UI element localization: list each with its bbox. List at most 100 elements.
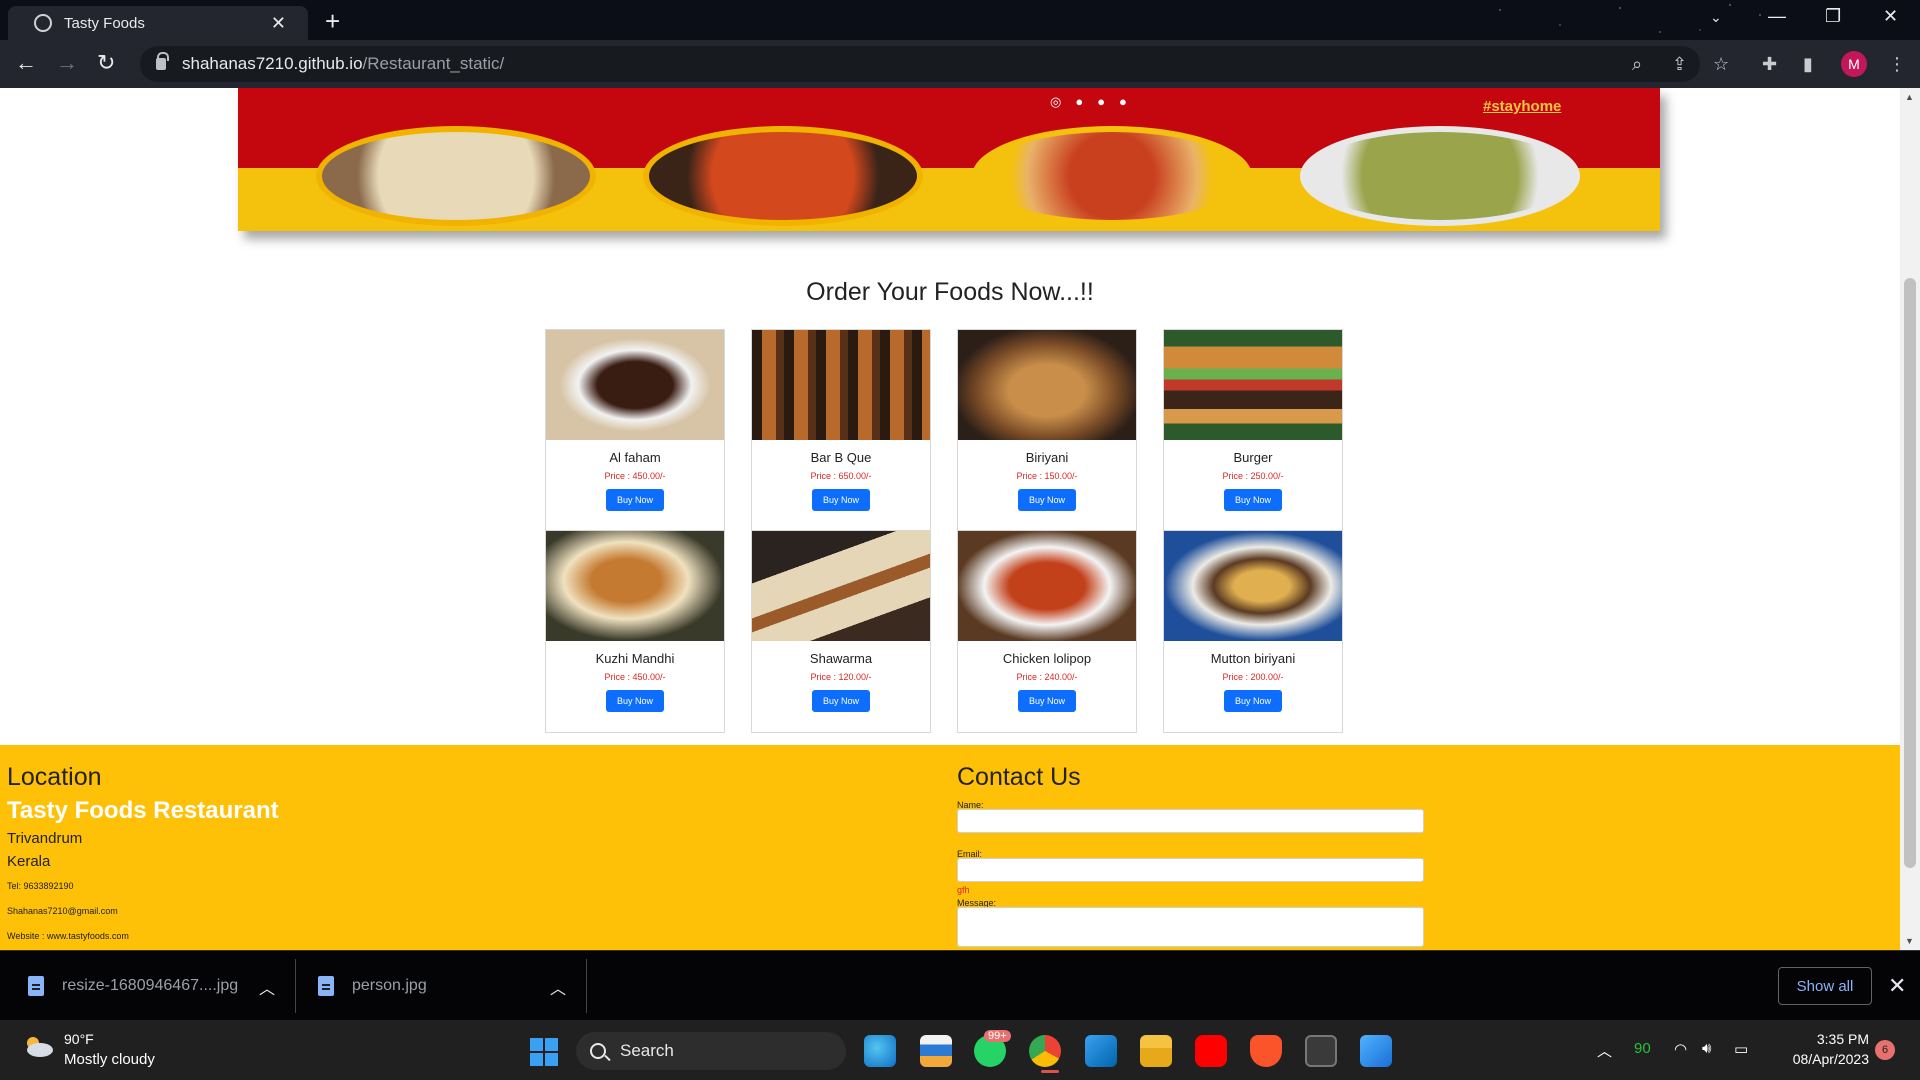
search-label: Search xyxy=(620,1041,674,1060)
battery-level-text: 90 xyxy=(1634,1040,1651,1057)
menu-kebab-icon[interactable]: ⋮ xyxy=(1888,54,1906,75)
taskbar-search[interactable]: Search xyxy=(576,1032,846,1070)
extensions-icon[interactable]: ✚ xyxy=(1762,54,1777,75)
food-name: Shawarma xyxy=(809,651,873,666)
browser-toolbar: ← → ↻ shahanas7210.github.io /Restaurant… xyxy=(0,40,1920,88)
restaurant-name: Tasty Foods Restaurant xyxy=(7,797,279,824)
browser-tab[interactable]: Tasty Foods ✕ xyxy=(8,6,308,40)
location-heading: Location xyxy=(7,763,102,791)
food-image xyxy=(752,531,930,641)
message-textarea[interactable] xyxy=(957,907,1424,947)
minimize-icon[interactable]: — xyxy=(1768,6,1786,27)
lock-icon[interactable] xyxy=(156,52,169,70)
buy-now-button[interactable]: Buy Now xyxy=(606,690,664,712)
brave-icon[interactable] xyxy=(1250,1035,1282,1067)
order-section-title: Order Your Foods Now...!! xyxy=(806,278,1094,306)
windows-start-icon[interactable] xyxy=(530,1038,558,1066)
food-price: Price : 450.00/- xyxy=(604,471,666,481)
terminal-icon[interactable] xyxy=(1305,1035,1337,1067)
buy-now-button[interactable]: Buy Now xyxy=(1224,489,1282,511)
email-input[interactable] xyxy=(957,858,1424,882)
buy-now-button[interactable]: Buy Now xyxy=(812,690,870,712)
paint-icon[interactable] xyxy=(1360,1035,1392,1067)
food-price: Price : 250.00/- xyxy=(1222,471,1284,481)
food-image xyxy=(1164,531,1342,641)
chevron-up-tray-icon[interactable]: ︿ xyxy=(1597,1040,1612,1061)
food-price: Price : 150.00/- xyxy=(1016,471,1078,481)
url-path: /Restaurant_static/ xyxy=(362,54,505,73)
zoom-icon[interactable]: ⌕ xyxy=(1632,54,1642,75)
green-soup-dish-image xyxy=(1300,126,1580,226)
scroll-up-icon[interactable]: ▲ xyxy=(1905,92,1914,102)
divider xyxy=(586,959,587,1013)
food-image xyxy=(958,330,1136,440)
forward-icon[interactable]: → xyxy=(56,50,78,76)
file-icon xyxy=(318,976,334,996)
cloudy-weather-icon[interactable] xyxy=(22,1034,54,1058)
name-input[interactable] xyxy=(957,809,1424,833)
clock-time[interactable]: 3:35 PM xyxy=(1803,1031,1869,1047)
food-image xyxy=(546,531,724,641)
tab-search-chevron-icon[interactable]: ⌄ xyxy=(1710,9,1722,26)
food-price: Price : 450.00/- xyxy=(604,672,666,682)
globe-icon xyxy=(34,14,52,32)
volume-icon[interactable]: 🔊︎ xyxy=(1702,1040,1711,1057)
new-tab-button[interactable]: + xyxy=(325,6,340,37)
chevron-up-icon[interactable]: ︿ xyxy=(259,975,275,999)
clock-date[interactable]: 08/Apr/2023 xyxy=(1774,1051,1869,1067)
window-close-icon[interactable]: ✕ xyxy=(1883,6,1898,27)
browser-tab-strip: Tasty Foods ✕ + ⌄ — ❐ ✕ xyxy=(0,0,1920,40)
share-icon[interactable]: ⇪ xyxy=(1672,54,1687,75)
edge-icon[interactable] xyxy=(864,1035,896,1067)
food-card: Shawarma Price : 120.00/- Buy Now xyxy=(751,530,931,733)
chrome-icon[interactable] xyxy=(1029,1035,1061,1067)
city-text: Trivandrum xyxy=(7,830,83,847)
food-card: Al faham Price : 450.00/- Buy Now xyxy=(545,329,725,532)
active-app-indicator xyxy=(1041,1070,1059,1073)
download-item[interactable]: person.jpg xyxy=(318,951,427,1021)
page-scrollbar[interactable]: ▲ ▼ xyxy=(1900,88,1920,950)
food-card: Chicken lolipop Price : 240.00/- Buy Now xyxy=(957,530,1137,733)
close-download-bar-icon[interactable]: ✕ xyxy=(1888,973,1906,999)
wifi-icon[interactable]: ◠ xyxy=(1674,1040,1687,1058)
vscode-icon[interactable] xyxy=(1085,1035,1117,1067)
show-all-button[interactable]: Show all xyxy=(1778,967,1872,1005)
scrollbar-thumb[interactable] xyxy=(1904,278,1916,868)
pizza-dish-image xyxy=(972,126,1252,226)
contact-heading: Contact Us xyxy=(957,763,1081,791)
store-icon[interactable] xyxy=(920,1035,952,1067)
buy-now-button[interactable]: Buy Now xyxy=(1018,690,1076,712)
buy-now-button[interactable]: Buy Now xyxy=(606,489,664,511)
close-tab-icon[interactable]: ✕ xyxy=(271,13,286,34)
back-icon[interactable]: ← xyxy=(15,50,37,76)
buy-now-button[interactable]: Buy Now xyxy=(812,489,870,511)
reload-icon[interactable]: ↻ xyxy=(97,50,115,76)
file-explorer-icon[interactable] xyxy=(1140,1035,1172,1067)
food-image xyxy=(1164,330,1342,440)
food-price: Price : 240.00/- xyxy=(1016,672,1078,682)
download-filename: person.jpg xyxy=(352,977,427,994)
spaghetti-dish-image xyxy=(643,126,923,226)
chevron-up-icon[interactable]: ︿ xyxy=(550,975,566,999)
notification-count[interactable]: 6 xyxy=(1875,1040,1895,1060)
scroll-down-icon[interactable]: ▼ xyxy=(1905,936,1914,946)
food-price: Price : 120.00/- xyxy=(810,672,872,682)
buy-now-button[interactable]: Buy Now xyxy=(1224,690,1282,712)
whatsapp-badge: 99+ xyxy=(984,1030,1011,1042)
youtube-icon[interactable] xyxy=(1195,1035,1227,1067)
food-card: Kuzhi Mandhi Price : 450.00/- Buy Now xyxy=(545,530,725,733)
battery-icon[interactable]: ▭ xyxy=(1734,1040,1748,1058)
side-panel-icon[interactable]: ▮ xyxy=(1803,54,1813,75)
food-name: Al faham xyxy=(609,450,661,465)
address-bar[interactable]: shahanas7210.github.io /Restaurant_stati… xyxy=(140,46,1700,82)
bookmark-star-icon[interactable]: ☆ xyxy=(1713,54,1729,75)
buy-now-button[interactable]: Buy Now xyxy=(1018,489,1076,511)
page-viewport: ◎●●● #stayhome Order Your Foods Now...!!… xyxy=(0,88,1900,950)
download-item[interactable]: resize-1680946467....jpg xyxy=(28,951,238,1021)
restore-icon[interactable]: ❐ xyxy=(1825,6,1841,27)
food-image xyxy=(752,330,930,440)
profile-avatar[interactable]: M xyxy=(1841,51,1867,77)
food-name: Biriyani xyxy=(1025,450,1069,465)
food-image xyxy=(958,531,1136,641)
banner-hashtag: #stayhome xyxy=(1483,98,1562,115)
